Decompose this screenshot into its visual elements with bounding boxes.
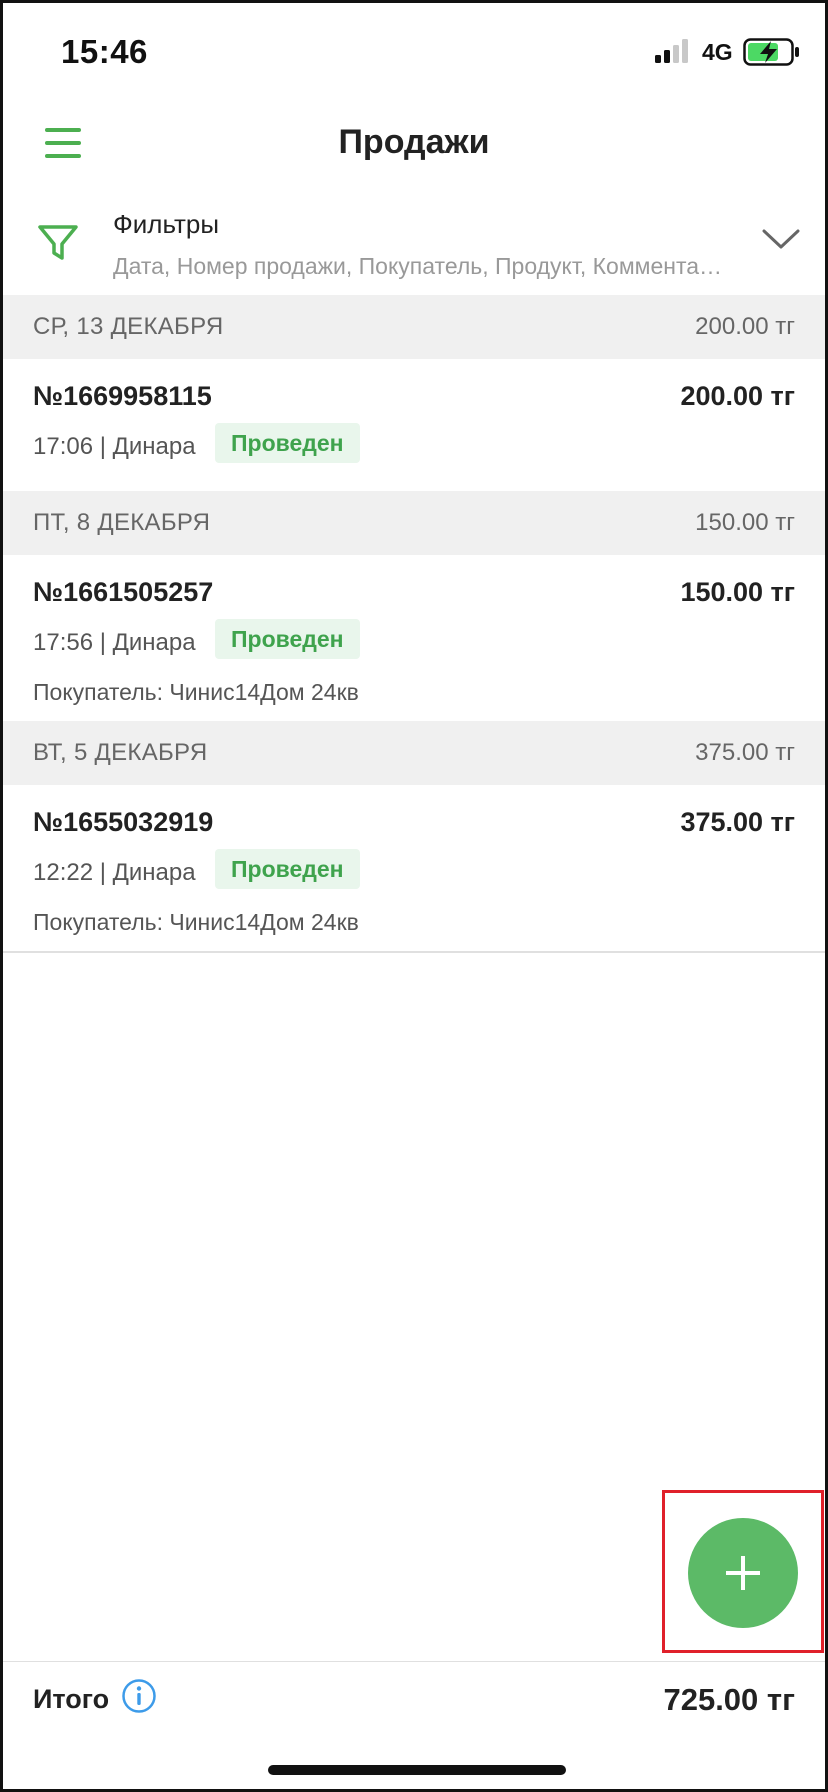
day-date: СР, 13 ДЕКАБРЯ [33, 313, 224, 340]
page-title: Продажи [338, 123, 490, 161]
sale-item[interactable]: №1661505257 150.00 тг 17:56 | Динара Про… [3, 555, 825, 721]
sale-item[interactable]: №1655032919 375.00 тг 12:22 | Динара Про… [3, 785, 825, 951]
sale-time-seller: 12:22 | Динара [33, 859, 196, 886]
day-header: ВТ, 5 ДЕКАБРЯ 375.00 тг [3, 721, 825, 785]
info-icon[interactable] [121, 1678, 157, 1714]
sale-amount: 200.00 тг [680, 381, 795, 411]
filters-title: Фильтры [113, 209, 220, 239]
sale-number: №1661505257 [33, 577, 214, 607]
total-value: 725.00 тг [663, 1682, 795, 1717]
home-indicator [268, 1765, 566, 1775]
status-badge: Проведен [215, 849, 360, 889]
sale-amount: 150.00 тг [680, 577, 795, 607]
signal-icon [655, 39, 688, 63]
day-date: ПТ, 8 ДЕКАБРЯ [33, 509, 211, 536]
sale-amount: 375.00 тг [680, 807, 795, 837]
status-badge: Проведен [215, 619, 360, 659]
sale-buyer: Покупатель: Чинис14Дом 24кв [33, 679, 359, 705]
list-divider [3, 951, 825, 953]
day-sum: 200.00 тг [695, 313, 795, 340]
day-sum: 375.00 тг [695, 739, 795, 766]
screen: 15:46 4G Продажи Фильтры Дата, Номер про [0, 0, 828, 1792]
sale-number: №1669958115 [33, 381, 212, 411]
status-time: 15:46 [61, 33, 148, 70]
chevron-down-icon[interactable] [761, 223, 801, 253]
sale-number: №1655032919 [33, 807, 214, 837]
status-bar: 15:46 4G [3, 3, 825, 103]
add-sale-button[interactable] [688, 1518, 798, 1628]
day-header: СР, 13 ДЕКАБРЯ 200.00 тг [3, 295, 825, 359]
day-header: ПТ, 8 ДЕКАБРЯ 150.00 тг [3, 491, 825, 555]
app-bar: Продажи [3, 103, 825, 185]
filters-panel[interactable]: Фильтры Дата, Номер продажи, Покупатель,… [3, 193, 825, 295]
total-label: Итого [33, 1684, 110, 1714]
sale-time-seller: 17:06 | Динара [33, 433, 196, 460]
status-badge: Проведен [215, 423, 360, 463]
total-bar: Итого 725.00 тг [3, 1661, 825, 1737]
sale-buyer: Покупатель: Чинис14Дом 24кв [33, 909, 359, 935]
funnel-icon [38, 225, 78, 260]
day-sum: 150.00 тг [695, 509, 795, 536]
sale-item[interactable]: №1669958115 200.00 тг 17:06 | Динара Про… [3, 359, 825, 491]
day-date: ВТ, 5 ДЕКАБРЯ [33, 739, 208, 766]
sale-time-seller: 17:56 | Динара [33, 629, 196, 656]
network-type: 4G [702, 39, 733, 65]
battery-charging-icon [743, 38, 799, 66]
filters-summary: Дата, Номер продажи, Покупатель, Продукт… [113, 253, 733, 279]
